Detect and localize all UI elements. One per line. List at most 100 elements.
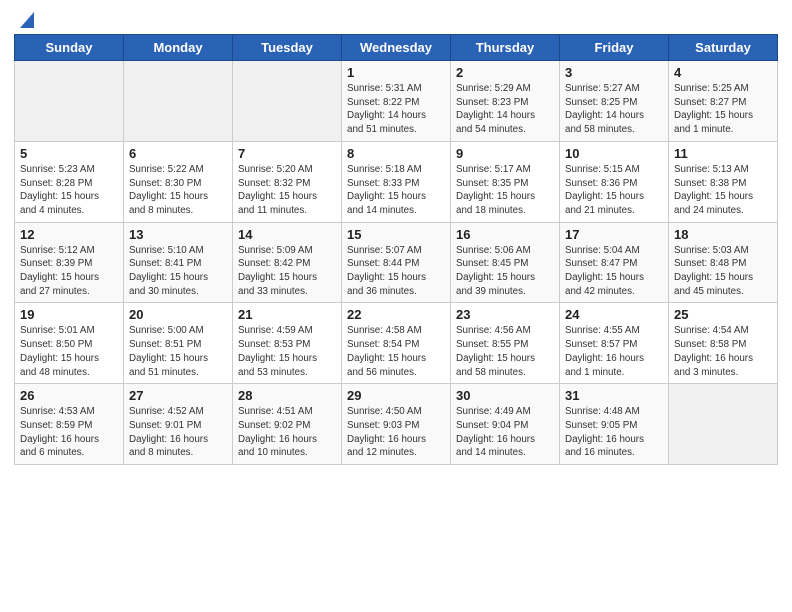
calendar-cell: 6Sunrise: 5:22 AM Sunset: 8:30 PM Daylig… bbox=[124, 141, 233, 222]
calendar-cell: 7Sunrise: 5:20 AM Sunset: 8:32 PM Daylig… bbox=[233, 141, 342, 222]
weekday-header: Sunday bbox=[15, 35, 124, 61]
day-number: 27 bbox=[129, 388, 227, 403]
calendar-header-row: SundayMondayTuesdayWednesdayThursdayFrid… bbox=[15, 35, 778, 61]
day-number: 30 bbox=[456, 388, 554, 403]
day-info: Sunrise: 5:10 AM Sunset: 8:41 PM Dayligh… bbox=[129, 244, 227, 299]
calendar-cell: 11 Sunrise: 5:13 AM Sunset: 8:38 PM Dayli… bbox=[669, 141, 778, 222]
day-number: 16 bbox=[456, 227, 554, 242]
day-info: Sunrise: 5:09 AM Sunset: 8:42 PM Dayligh… bbox=[238, 244, 336, 299]
calendar-week-row: 12 Sunrise: 5:12 AM Sunset: 8:39 PM Dayli… bbox=[15, 222, 778, 303]
page: SundayMondayTuesdayWednesdayThursdayFrid… bbox=[0, 0, 792, 612]
day-number: 23 bbox=[456, 307, 554, 322]
calendar-cell: 9 Sunrise: 5:17 AM Sunset: 8:35 PM Daylig… bbox=[451, 141, 560, 222]
day-number: 19 bbox=[20, 307, 118, 322]
calendar-cell: 26Sunrise: 4:53 AM Sunset: 8:59 PM Dayli… bbox=[15, 384, 124, 465]
day-info: Sunrise: 4:52 AM Sunset: 9:01 PM Dayligh… bbox=[129, 405, 227, 460]
day-info: Sunrise: 5:27 AM Sunset: 8:25 PM Dayligh… bbox=[565, 82, 663, 137]
day-number: 17 bbox=[565, 227, 663, 242]
day-info: Sunrise: 4:50 AM Sunset: 9:03 PM Dayligh… bbox=[347, 405, 445, 460]
logo-icon bbox=[16, 8, 38, 30]
calendar-cell: 20 Sunrise: 5:00 AM Sunset: 8:51 PM Dayli… bbox=[124, 303, 233, 384]
calendar-cell: 25Sunrise: 4:54 AM Sunset: 8:58 PM Dayli… bbox=[669, 303, 778, 384]
logo-area bbox=[14, 10, 38, 30]
day-number: 14 bbox=[238, 227, 336, 242]
calendar-cell: 14 Sunrise: 5:09 AM Sunset: 8:42 PM Dayli… bbox=[233, 222, 342, 303]
header bbox=[14, 10, 778, 30]
calendar-cell: 24 Sunrise: 4:55 AM Sunset: 8:57 PM Dayli… bbox=[560, 303, 669, 384]
calendar-cell: 1 Sunrise: 5:31 AM Sunset: 8:22 PM Daylig… bbox=[342, 61, 451, 142]
day-number: 22 bbox=[347, 307, 445, 322]
calendar-cell: 13 Sunrise: 5:10 AM Sunset: 8:41 PM Dayli… bbox=[124, 222, 233, 303]
day-number: 10 bbox=[565, 146, 663, 161]
calendar-week-row: 26Sunrise: 4:53 AM Sunset: 8:59 PM Dayli… bbox=[15, 384, 778, 465]
calendar-cell: 8 Sunrise: 5:18 AM Sunset: 8:33 PM Daylig… bbox=[342, 141, 451, 222]
calendar-cell: 10 Sunrise: 5:15 AM Sunset: 8:36 PM Dayli… bbox=[560, 141, 669, 222]
day-number: 12 bbox=[20, 227, 118, 242]
weekday-header: Friday bbox=[560, 35, 669, 61]
calendar-cell: 19 Sunrise: 5:01 AM Sunset: 8:50 PM Dayli… bbox=[15, 303, 124, 384]
weekday-header: Wednesday bbox=[342, 35, 451, 61]
day-number: 1 bbox=[347, 65, 445, 80]
day-info: Sunrise: 5:23 AM Sunset: 8:28 PM Dayligh… bbox=[20, 163, 118, 218]
calendar-cell: 28 Sunrise: 4:51 AM Sunset: 9:02 PM Dayli… bbox=[233, 384, 342, 465]
day-info: Sunrise: 5:12 AM Sunset: 8:39 PM Dayligh… bbox=[20, 244, 118, 299]
day-info: Sunrise: 5:29 AM Sunset: 8:23 PM Dayligh… bbox=[456, 82, 554, 137]
day-number: 2 bbox=[456, 65, 554, 80]
day-number: 29 bbox=[347, 388, 445, 403]
day-info: Sunrise: 5:06 AM Sunset: 8:45 PM Dayligh… bbox=[456, 244, 554, 299]
day-number: 11 bbox=[674, 146, 772, 161]
calendar-cell: 22 Sunrise: 4:58 AM Sunset: 8:54 PM Dayli… bbox=[342, 303, 451, 384]
calendar-cell bbox=[669, 384, 778, 465]
day-number: 28 bbox=[238, 388, 336, 403]
calendar-cell: 3Sunrise: 5:27 AM Sunset: 8:25 PM Daylig… bbox=[560, 61, 669, 142]
day-info: Sunrise: 4:48 AM Sunset: 9:05 PM Dayligh… bbox=[565, 405, 663, 460]
day-info: Sunrise: 4:58 AM Sunset: 8:54 PM Dayligh… bbox=[347, 324, 445, 379]
day-number: 9 bbox=[456, 146, 554, 161]
day-number: 5 bbox=[20, 146, 118, 161]
calendar-week-row: 1 Sunrise: 5:31 AM Sunset: 8:22 PM Daylig… bbox=[15, 61, 778, 142]
day-number: 31 bbox=[565, 388, 663, 403]
day-info: Sunrise: 5:03 AM Sunset: 8:48 PM Dayligh… bbox=[674, 244, 772, 299]
calendar-cell: 29 Sunrise: 4:50 AM Sunset: 9:03 PM Dayli… bbox=[342, 384, 451, 465]
day-info: Sunrise: 5:00 AM Sunset: 8:51 PM Dayligh… bbox=[129, 324, 227, 379]
day-info: Sunrise: 5:04 AM Sunset: 8:47 PM Dayligh… bbox=[565, 244, 663, 299]
day-info: Sunrise: 5:01 AM Sunset: 8:50 PM Dayligh… bbox=[20, 324, 118, 379]
calendar-cell: 27 Sunrise: 4:52 AM Sunset: 9:01 PM Dayli… bbox=[124, 384, 233, 465]
day-info: Sunrise: 5:31 AM Sunset: 8:22 PM Dayligh… bbox=[347, 82, 445, 137]
weekday-header: Tuesday bbox=[233, 35, 342, 61]
day-info: Sunrise: 4:56 AM Sunset: 8:55 PM Dayligh… bbox=[456, 324, 554, 379]
day-number: 24 bbox=[565, 307, 663, 322]
calendar-cell bbox=[15, 61, 124, 142]
weekday-header: Saturday bbox=[669, 35, 778, 61]
day-info: Sunrise: 5:17 AM Sunset: 8:35 PM Dayligh… bbox=[456, 163, 554, 218]
calendar-cell: 18 Sunrise: 5:03 AM Sunset: 8:48 PM Dayli… bbox=[669, 222, 778, 303]
calendar-cell: 12 Sunrise: 5:12 AM Sunset: 8:39 PM Dayli… bbox=[15, 222, 124, 303]
day-number: 26 bbox=[20, 388, 118, 403]
day-number: 13 bbox=[129, 227, 227, 242]
calendar-cell: 23 Sunrise: 4:56 AM Sunset: 8:55 PM Dayli… bbox=[451, 303, 560, 384]
day-number: 18 bbox=[674, 227, 772, 242]
day-number: 6 bbox=[129, 146, 227, 161]
day-number: 20 bbox=[129, 307, 227, 322]
calendar-cell: 15Sunrise: 5:07 AM Sunset: 8:44 PM Dayli… bbox=[342, 222, 451, 303]
day-number: 8 bbox=[347, 146, 445, 161]
calendar-cell: 21Sunrise: 4:59 AM Sunset: 8:53 PM Dayli… bbox=[233, 303, 342, 384]
calendar-cell: 5 Sunrise: 5:23 AM Sunset: 8:28 PM Daylig… bbox=[15, 141, 124, 222]
calendar: SundayMondayTuesdayWednesdayThursdayFrid… bbox=[14, 34, 778, 465]
day-info: Sunrise: 5:15 AM Sunset: 8:36 PM Dayligh… bbox=[565, 163, 663, 218]
day-info: Sunrise: 4:51 AM Sunset: 9:02 PM Dayligh… bbox=[238, 405, 336, 460]
day-info: Sunrise: 5:07 AM Sunset: 8:44 PM Dayligh… bbox=[347, 244, 445, 299]
calendar-cell: 31 Sunrise: 4:48 AM Sunset: 9:05 PM Dayli… bbox=[560, 384, 669, 465]
day-info: Sunrise: 4:55 AM Sunset: 8:57 PM Dayligh… bbox=[565, 324, 663, 379]
calendar-cell bbox=[233, 61, 342, 142]
day-info: Sunrise: 4:54 AM Sunset: 8:58 PM Dayligh… bbox=[674, 324, 772, 379]
day-info: Sunrise: 5:18 AM Sunset: 8:33 PM Dayligh… bbox=[347, 163, 445, 218]
calendar-cell: 4Sunrise: 5:25 AM Sunset: 8:27 PM Daylig… bbox=[669, 61, 778, 142]
day-info: Sunrise: 4:59 AM Sunset: 8:53 PM Dayligh… bbox=[238, 324, 336, 379]
calendar-cell: 2 Sunrise: 5:29 AM Sunset: 8:23 PM Daylig… bbox=[451, 61, 560, 142]
weekday-header: Thursday bbox=[451, 35, 560, 61]
calendar-week-row: 5 Sunrise: 5:23 AM Sunset: 8:28 PM Daylig… bbox=[15, 141, 778, 222]
day-info: Sunrise: 5:13 AM Sunset: 8:38 PM Dayligh… bbox=[674, 163, 772, 218]
day-number: 7 bbox=[238, 146, 336, 161]
weekday-header: Monday bbox=[124, 35, 233, 61]
